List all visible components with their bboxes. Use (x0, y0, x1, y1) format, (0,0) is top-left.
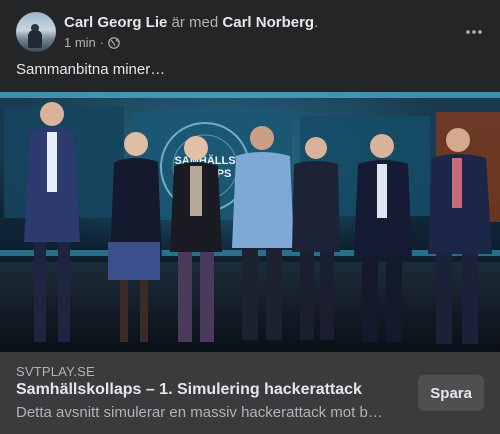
link-title[interactable]: Samhällskollaps – 1. Simulering hackerat… (16, 381, 396, 399)
post-meta: Carl Georg Lie är med Carl Norberg. 1 mi… (64, 13, 456, 51)
link-preview-image[interactable]: SAMHÄLLS KOLLAPS (0, 92, 500, 352)
post-card: Carl Georg Lie är med Carl Norberg. 1 mi… (0, 0, 500, 434)
post-caption: Sammanbitna miner… (16, 61, 166, 78)
author-avatar[interactable] (16, 12, 56, 52)
more-options-icon[interactable] (456, 14, 492, 50)
time-line: 1 min · (64, 34, 456, 51)
avatar-figure (28, 30, 42, 48)
author-line: Carl Georg Lie är med Carl Norberg. (64, 13, 456, 32)
with-text: är med (171, 14, 219, 31)
link-description: Detta avsnitt simulerar en massiv hacker… (16, 404, 383, 421)
link-domain: SVTPLAY.SE (16, 364, 95, 379)
separator-dot: · (99, 35, 105, 50)
save-button[interactable]: Spara (418, 375, 484, 411)
ellipsis-icon (466, 30, 482, 34)
tagged-name[interactable]: Carl Norberg (222, 14, 314, 31)
globe-icon (108, 36, 120, 49)
period: . (314, 14, 319, 31)
post-header: Carl Georg Lie är med Carl Norberg. 1 mi… (16, 12, 484, 52)
author-name[interactable]: Carl Georg Lie (64, 14, 167, 31)
link-preview-footer[interactable]: SVTPLAY.SE Samhällskollaps – 1. Simuleri… (0, 352, 500, 434)
studio-scene: SAMHÄLLS KOLLAPS (0, 92, 500, 352)
post-time[interactable]: 1 min (64, 34, 96, 51)
